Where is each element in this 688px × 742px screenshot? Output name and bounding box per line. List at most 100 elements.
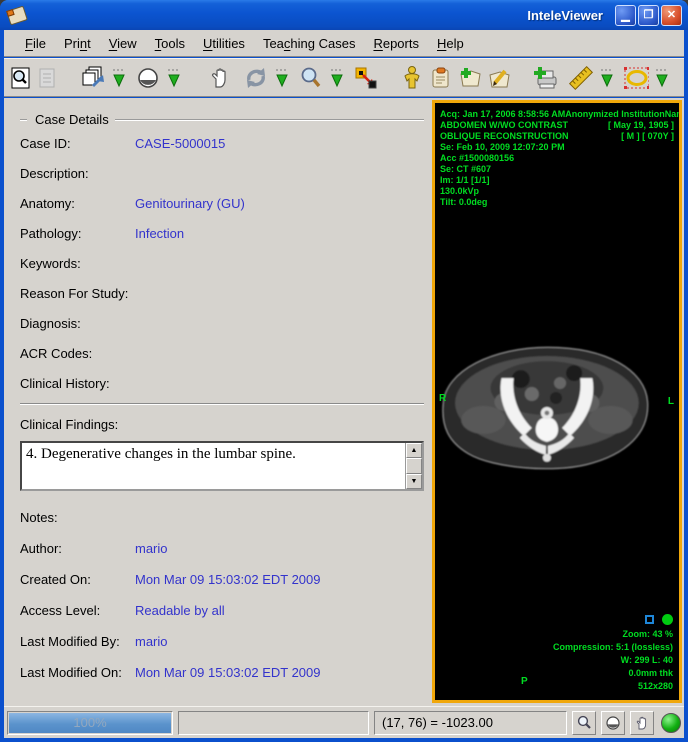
case-details-groupbox: Case Details [20,111,426,128]
menu-reports[interactable]: Reports [364,33,428,54]
ruler-dropdown-icon[interactable] [594,64,620,92]
menu-help[interactable]: Help [428,33,473,54]
maximize-button[interactable]: ❐ [638,5,659,26]
add-case-icon[interactable] [457,64,483,92]
case-details-panel: Case Details Case ID: CASE-5000015 Descr… [4,98,430,706]
minimize-button[interactable]: ▁ [615,5,636,26]
menu-print[interactable]: Print [55,33,100,54]
menu-teaching-cases[interactable]: Teaching Cases [254,33,365,54]
series-description: OBLIQUE RECONSTRUCTION [440,131,569,142]
anatomy-label: Anatomy: [20,196,135,211]
image-number: Im: 1/1 [1/1] [440,175,490,186]
pathology-value: Infection [135,226,184,241]
roi-dropdown-icon[interactable] [649,64,675,92]
anatomy-value: Genitourinary (GU) [135,196,245,211]
patient-icon[interactable] [399,64,425,92]
reason-label: Reason For Study: [20,286,135,301]
last-modified-by-value: mario [135,634,168,649]
inteleviewer-window: InteleViewer ▁ ❐ ✕ File Print View Tools… [0,0,688,742]
notes-label: Notes: [20,510,135,525]
field-row-pathology: Pathology: Infection [20,218,426,248]
connection-status-led [661,713,681,733]
last-modified-by-label: Last Modified By: [20,634,135,649]
field-row-notes: Notes: [20,502,426,533]
menu-tools[interactable]: Tools [146,33,194,54]
kvp-value: 130.0kVp [440,186,479,197]
zoom-readout: Zoom: 43 % [553,628,673,641]
refresh-icon[interactable] [243,64,269,92]
scroll-up-icon[interactable]: ▲ [406,443,422,458]
zoom-icon[interactable] [298,64,324,92]
search-case-icon[interactable] [8,64,34,92]
progress-label: 100% [8,712,172,734]
status-zoom-button[interactable] [572,711,596,735]
description-label: Description: [20,166,135,181]
accession-number: Acc #1500080156 [440,153,514,164]
matrix-size-readout: 512x280 [553,680,673,693]
created-on-value: Mon Mar 09 15:03:02 EDT 2009 [135,572,321,587]
status-bar: 100% (17, 76) = -1023.00 [4,706,684,738]
window-level-readout: W: 299 L: 40 [553,654,673,667]
new-document-icon[interactable] [34,64,60,92]
clinical-findings-text: 4. Degenerative changes in the lumbar sp… [22,443,405,489]
menu-file[interactable]: File [16,33,55,54]
window-level-dropdown-icon[interactable] [161,64,187,92]
orientation-marker-right: R [439,393,446,404]
window-level-icon[interactable] [135,64,161,92]
pan-hand-icon[interactable] [207,64,233,92]
status-window-level-button[interactable] [601,711,625,735]
section-divider [20,403,424,405]
pixel-value-readout: (17, 76) = -1023.00 [374,711,567,735]
scroll-down-icon[interactable]: ▼ [406,474,422,489]
layout-dropdown-icon[interactable] [106,64,132,92]
author-label: Author: [20,541,135,556]
field-row-description: Description: [20,158,426,188]
toolbar [4,58,684,97]
menu-view[interactable]: View [100,33,146,54]
field-row-keywords: Keywords: [20,248,426,278]
status-pan-button[interactable] [630,711,654,735]
status-message-area [178,711,369,735]
edit-case-icon[interactable] [486,64,512,92]
access-level-label: Access Level: [20,603,135,618]
field-row-anatomy: Anatomy: Genitourinary (GU) [20,188,426,218]
series-number: Se: CT #607 [440,164,491,175]
ellipse-roi-icon[interactable] [623,64,649,92]
app-icon [6,5,28,25]
magnify-region-icon[interactable] [353,64,379,92]
scroll-thumb[interactable] [406,458,422,474]
clinical-findings-label: Clinical Findings: [20,417,426,439]
image-layout-icon[interactable] [80,64,106,92]
refresh-dropdown-icon[interactable] [269,64,295,92]
add-image-to-case-icon[interactable] [532,64,558,92]
case-id-value: CASE-5000015 [135,136,225,151]
last-modified-on-value: Mon Mar 09 15:03:02 EDT 2009 [135,665,321,680]
menu-utilities[interactable]: Utilities [194,33,254,54]
case-id-label: Case ID: [20,136,135,151]
viewer-panel: Acq: Jan 17, 2006 8:58:56 AMAnonymized I… [430,98,684,706]
active-series-dot-icon [662,614,673,625]
orientation-marker-posterior: P [521,676,528,687]
keywords-label: Keywords: [20,256,135,271]
title-bar[interactable]: InteleViewer ▁ ❐ ✕ [0,0,688,30]
main-content: Case Details Case ID: CASE-5000015 Descr… [4,98,684,706]
report-icon[interactable] [428,64,454,92]
findings-scrollbar[interactable]: ▲ ▼ [405,443,422,489]
zoom-dropdown-icon[interactable] [324,64,350,92]
field-row-case-id: Case ID: CASE-5000015 [20,128,426,158]
created-on-label: Created On: [20,572,135,587]
compression-readout: Compression: 5:1 (lossless) [553,641,673,654]
orientation-marker-left: L [668,396,674,407]
close-button[interactable]: ✕ [661,5,682,26]
last-modified-on-label: Last Modified On: [20,665,135,680]
field-row-acr-codes: ACR Codes: [20,338,426,368]
case-details-legend: Case Details [31,112,113,127]
tilt-value: Tilt: 0.0deg [440,197,487,208]
author-value: mario [135,541,168,556]
image-viewport[interactable]: Acq: Jan 17, 2006 8:58:56 AMAnonymized I… [432,100,682,703]
link-square-icon[interactable] [645,615,654,624]
clinical-findings-textarea[interactable]: 4. Degenerative changes in the lumbar sp… [20,441,424,491]
slice-thickness-readout: 0.0mm thk [553,667,673,680]
ruler-icon[interactable] [568,64,594,92]
dicom-overlay-top: Acq: Jan 17, 2006 8:58:56 AMAnonymized I… [440,109,674,208]
